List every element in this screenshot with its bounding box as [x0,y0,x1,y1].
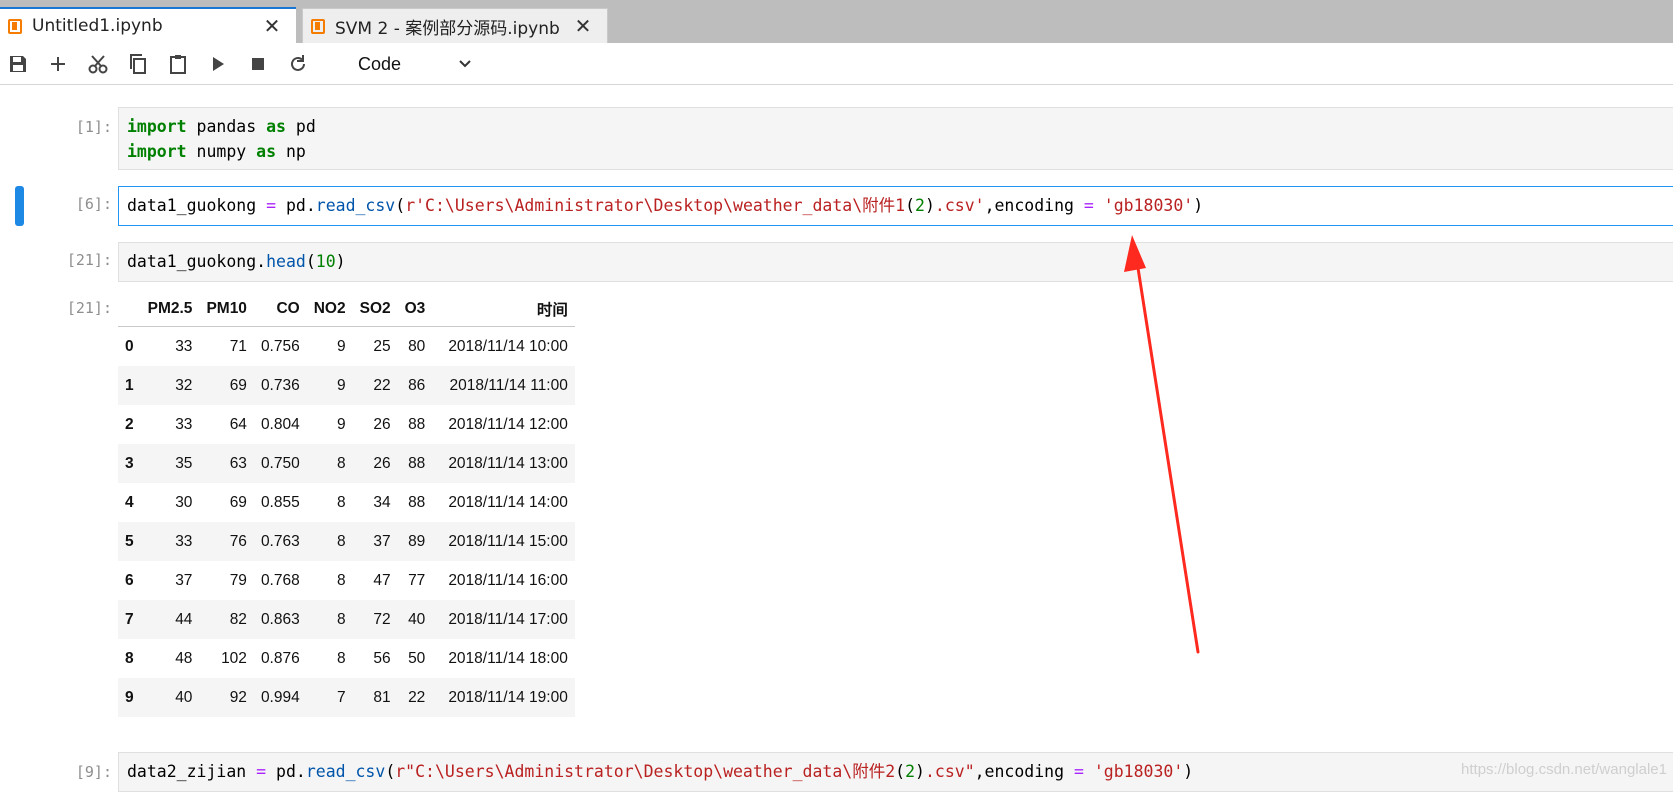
watermark: https://blog.csdn.net/wanglale1 [1461,761,1667,778]
annotation-arrow [1124,235,1200,654]
